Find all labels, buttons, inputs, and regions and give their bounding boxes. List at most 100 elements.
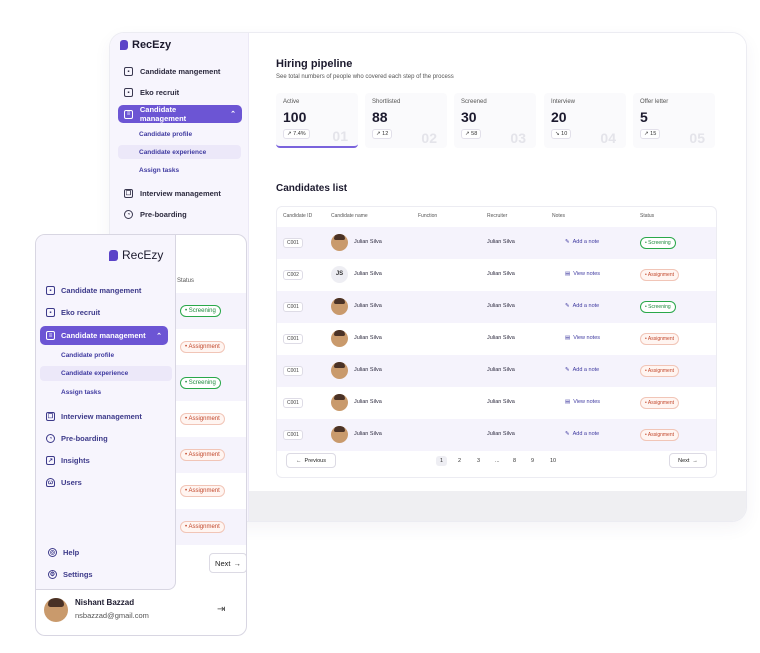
sidebar-item-eko-recruit[interactable]: ▪ Eko recruit	[124, 88, 179, 97]
stage-change: ↗ 12	[372, 129, 393, 139]
subitem-candidate-profile[interactable]: Candidate profile	[139, 131, 192, 138]
avatar[interactable]	[44, 598, 68, 622]
avatar	[331, 330, 348, 347]
notes-link[interactable]: ✎ Add a note	[565, 239, 599, 245]
sidebar-item-pre-boarding[interactable]: ◔ Pre-boarding	[46, 434, 108, 443]
sidebar-item-label: Pre-boarding	[140, 210, 187, 219]
status-badge: • Assignment	[180, 521, 225, 533]
doc-icon: ▤	[565, 399, 571, 405]
notes-link[interactable]: ▤ View notes	[565, 399, 600, 405]
stage-change: ↗ 58	[461, 129, 482, 139]
status-row: • Assignment	[176, 473, 246, 509]
page-number[interactable]: 3	[477, 458, 480, 464]
recruiter-name: Julian Silva	[487, 335, 515, 341]
table-row[interactable]: C001 Julian Silva Julian Silva ✎ Add a no…	[277, 227, 716, 259]
stage-card-active[interactable]: Active 100 ↗ 7.4% 01	[276, 93, 358, 148]
pie-icon: ◔	[124, 210, 133, 219]
sidebar-item-interview-management[interactable]: ❐ Interview management	[46, 412, 142, 421]
table-row[interactable]: C001 Julian Silva Julian Silva ▤ View not…	[277, 323, 716, 355]
candidate-id: C001	[283, 334, 303, 344]
pencil-icon: ✎	[565, 303, 570, 309]
table-row[interactable]: C002 JS Julian Silva Julian Silva ▤ View …	[277, 259, 716, 291]
page-number[interactable]: 10	[550, 458, 556, 464]
pie-icon: ◔	[46, 434, 55, 443]
subitem-candidate-profile[interactable]: Candidate profile	[61, 352, 114, 359]
settings-label: Settings	[63, 570, 93, 579]
stage-index: 02	[421, 130, 437, 146]
notes-label: Add a note	[572, 431, 600, 437]
page-number[interactable]: 1	[436, 456, 448, 466]
stage-card-screened[interactable]: Screened 30 ↗ 58 03	[454, 93, 536, 148]
previous-button[interactable]: ← Previous	[286, 453, 336, 468]
status-badge: • Screening	[640, 301, 676, 313]
help-link[interactable]: ◎ Help	[48, 548, 79, 557]
sidebar-item-eko-recruit[interactable]: ▪ Eko recruit	[46, 308, 100, 317]
candidate-id: C002	[283, 270, 303, 280]
page-number[interactable]: 2	[458, 458, 461, 464]
col-header: Recruiter	[487, 213, 508, 219]
stage-change: ↗ 7.4%	[283, 129, 310, 139]
sidebar-item-label: Insights	[61, 456, 90, 465]
subitem-candidate-experience[interactable]: Candidate experience	[118, 145, 241, 159]
notes-link[interactable]: ✎ Add a note	[565, 367, 599, 373]
lifebuoy-icon: ◎	[48, 548, 57, 557]
table-row[interactable]: C001 Julian Silva Julian Silva ▤ View not…	[277, 387, 716, 419]
status-badge: • Screening	[640, 237, 676, 249]
sidebar-item-candidate-management[interactable]: ≡ Candidate management ⌃	[118, 105, 242, 123]
candidates-table: Candidate ID Candidate name Function Rec…	[276, 206, 717, 478]
users-icon: ꞷ	[46, 478, 55, 487]
next-button-mobile[interactable]: Next →	[209, 553, 246, 573]
status-label: Screening	[188, 380, 216, 386]
arrow-right-icon: →	[692, 457, 698, 464]
status-row: • Assignment	[176, 437, 246, 473]
table-row[interactable]: C001 Julian Silva Julian Silva ✎ Add a no…	[277, 291, 716, 323]
stage-card-shortlisted[interactable]: Shortlisted 88 ↗ 12 02	[365, 93, 447, 148]
notes-label: View notes	[573, 399, 601, 405]
notes-label: Add a note	[572, 367, 600, 373]
brand-logo[interactable]: RecEzy	[109, 248, 163, 262]
sidebar-mobile: RecEzy ▪ Candidate mangement ▪ Eko recru…	[36, 235, 176, 590]
settings-link[interactable]: ⚙ Settings	[48, 570, 93, 579]
col-header: Function	[418, 213, 438, 219]
status-label: Assignment	[188, 524, 220, 530]
stage-label: Active	[283, 99, 300, 105]
table-row[interactable]: C001 Julian Silva Julian Silva ✎ Add a no…	[277, 419, 716, 451]
subitem-assign-tasks[interactable]: Assign tasks	[61, 389, 101, 396]
stage-card-interview[interactable]: Interview 20 ↘ 10 04	[544, 93, 626, 148]
table-row[interactable]: C001 Julian Silva Julian Silva ✎ Add a no…	[277, 355, 716, 387]
logout-icon[interactable]: ⇥	[217, 604, 225, 615]
status-badge: • Assignment	[180, 449, 225, 461]
stage-card-offer-letter[interactable]: Offer letter 5 ↗ 15 05	[633, 93, 715, 148]
stage-value: 5	[640, 109, 648, 125]
page-ellipsis: ...	[495, 458, 500, 464]
avatar: JS	[331, 266, 348, 283]
next-button[interactable]: Next →	[669, 453, 707, 468]
sidebar-item-candidate-mangement[interactable]: ▪ Candidate mangement	[46, 286, 141, 295]
candidate-name: Julian Silva	[354, 271, 382, 277]
chart-icon: ↗	[46, 456, 55, 465]
status-label: Screening	[188, 308, 216, 314]
sidebar-item-interview-management[interactable]: ❐ Interview management	[124, 189, 221, 198]
sidebar-item-candidate-management[interactable]: ≡ Candidate management ⌃	[40, 326, 168, 345]
subitem-assign-tasks[interactable]: Assign tasks	[139, 167, 179, 174]
subitem-candidate-experience[interactable]: Candidate experience	[40, 366, 172, 381]
notes-link[interactable]: ▤ View notes	[565, 335, 600, 341]
col-header: Candidate name	[331, 213, 368, 219]
status-badge: • Assignment	[640, 397, 679, 409]
notes-link[interactable]: ▤ View notes	[565, 271, 600, 277]
brand-logo[interactable]: RecEzy	[120, 39, 171, 51]
page-number[interactable]: 8	[513, 458, 516, 464]
status-label: Assignment	[188, 416, 220, 422]
stage-value: 88	[372, 109, 388, 125]
candidate-id: C001	[283, 398, 303, 408]
sidebar-item-users[interactable]: ꞷ Users	[46, 478, 82, 487]
sidebar-item-candidate-mangement[interactable]: ▪ Candidate mangement	[124, 67, 220, 76]
page-number[interactable]: 9	[531, 458, 534, 464]
notes-link[interactable]: ✎ Add a note	[565, 303, 599, 309]
stage-label: Interview	[551, 99, 576, 105]
status-label: Assignment	[188, 344, 220, 350]
sidebar-item-pre-boarding[interactable]: ◔ Pre-boarding	[124, 210, 187, 219]
sidebar-item-insights[interactable]: ↗ Insights	[46, 456, 90, 465]
notes-link[interactable]: ✎ Add a note	[565, 431, 599, 437]
window-footer	[249, 491, 746, 521]
